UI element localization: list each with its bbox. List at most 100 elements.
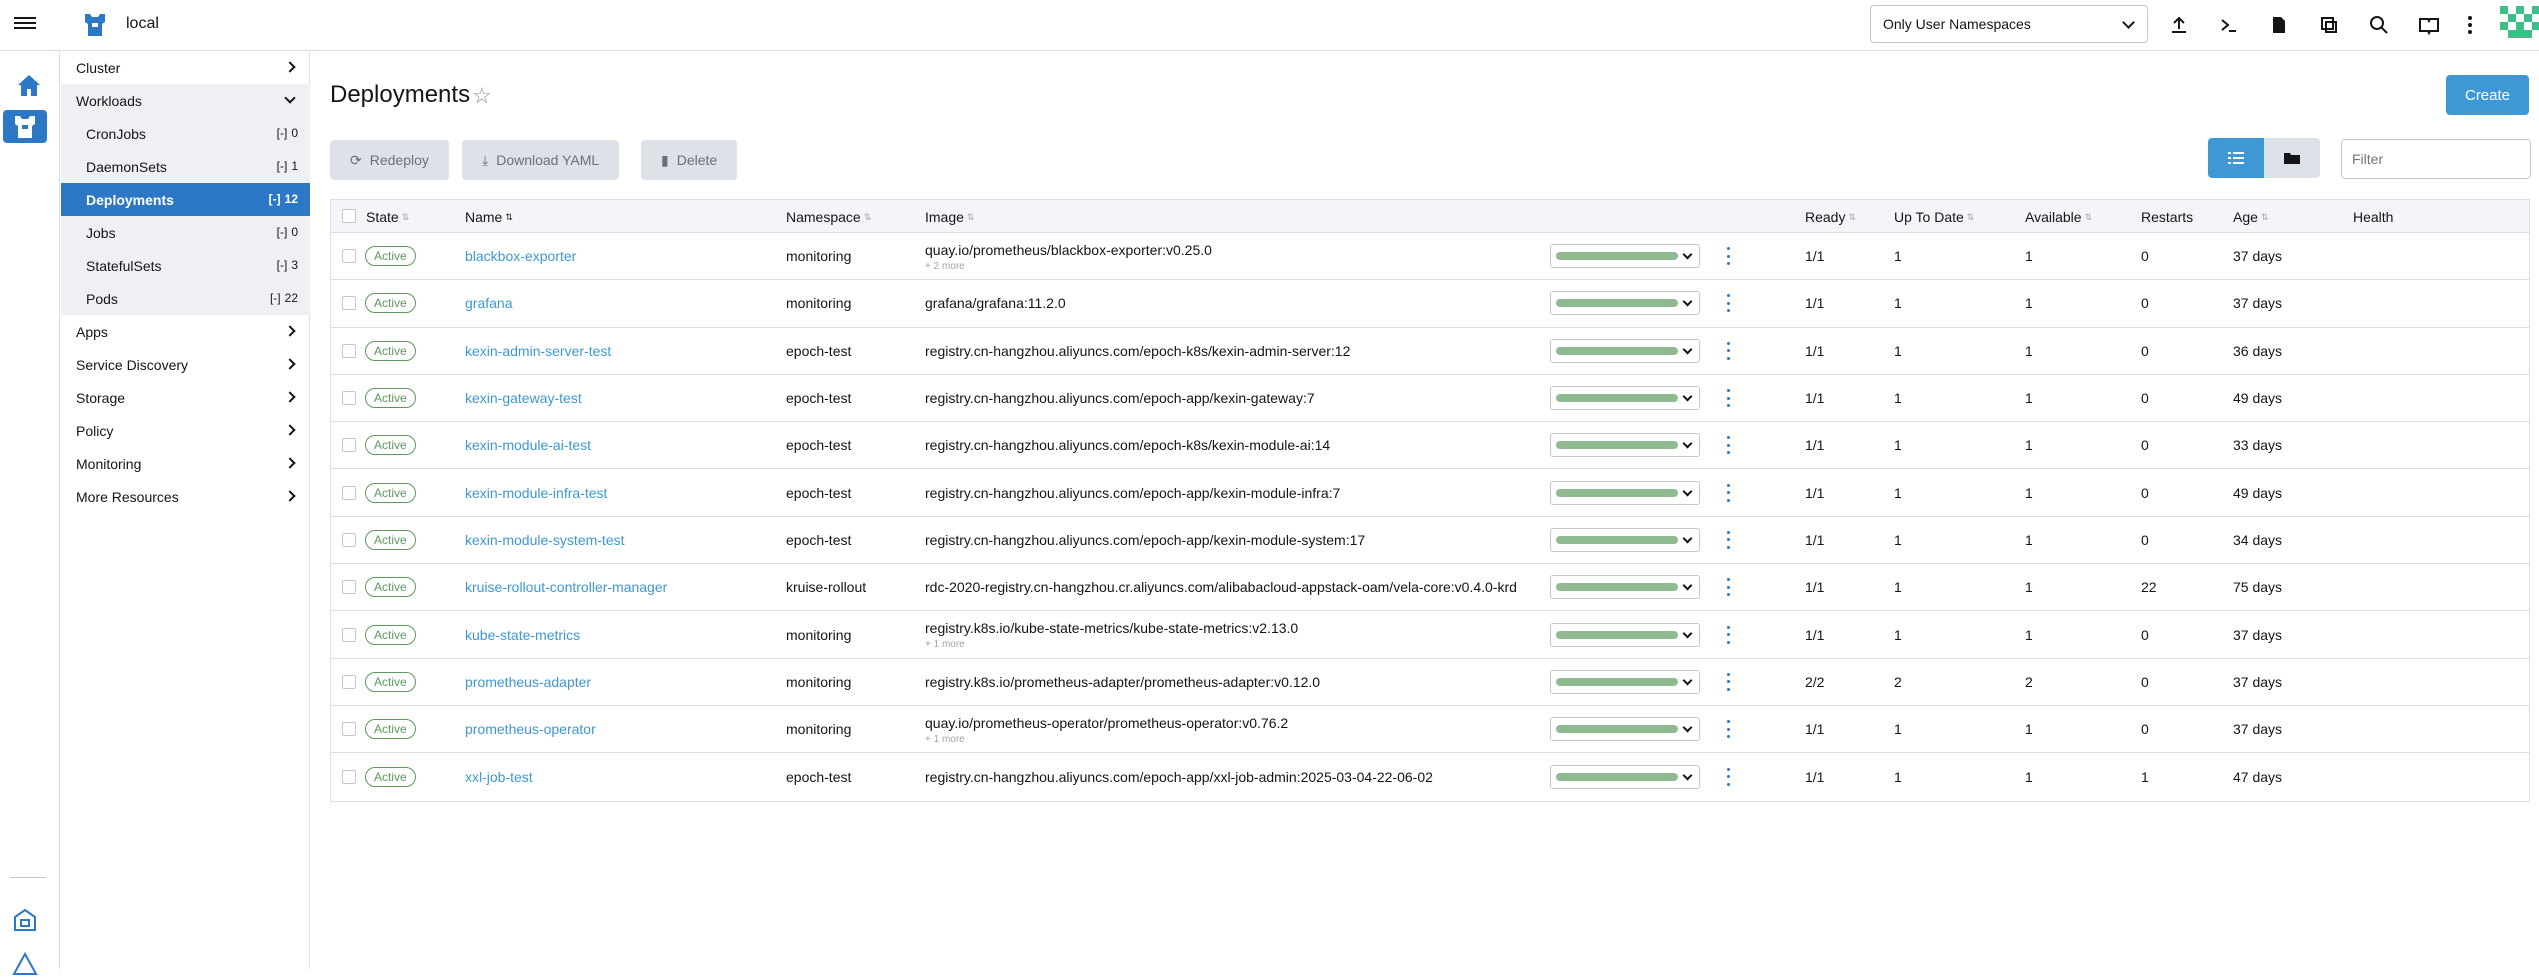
home-icon[interactable] [14, 71, 44, 101]
terminal-icon[interactable] [2215, 11, 2243, 39]
deployment-name-link[interactable]: blackbox-exporter [465, 248, 576, 264]
row-checkbox[interactable] [342, 296, 356, 311]
health-dropdown[interactable] [1550, 527, 1700, 552]
health-dropdown[interactable] [1550, 386, 1700, 411]
more-images-link[interactable]: + 1 more [925, 639, 965, 650]
uptodate-cell: 1 [1894, 721, 1902, 738]
redeploy-label: Redeploy [369, 152, 429, 168]
sidebar-group-storage[interactable]: Storage [61, 381, 310, 414]
sidebar-item-cronjobs[interactable]: CronJobs [-] 0 [61, 117, 310, 150]
group-view-button[interactable] [2264, 138, 2320, 178]
sidebar-item-pods[interactable]: Pods [-] 22 [61, 282, 310, 315]
create-button[interactable]: Create [2446, 75, 2529, 115]
filter-input[interactable] [2341, 139, 2531, 179]
row-actions-icon[interactable] [1725, 436, 1731, 455]
warning-icon[interactable] [12, 951, 38, 977]
sidebar-item-jobs[interactable]: Jobs [-] 0 [61, 216, 310, 249]
health-dropdown[interactable] [1550, 291, 1700, 316]
deployment-name-link[interactable]: prometheus-operator [465, 721, 596, 737]
deployment-name-link[interactable]: prometheus-adapter [465, 674, 591, 690]
health-dropdown[interactable] [1550, 244, 1700, 269]
namespace-select[interactable]: Only User Namespaces [1870, 5, 2148, 43]
deployment-name-link[interactable]: kexin-admin-server-test [465, 343, 611, 359]
row-actions-icon[interactable] [1725, 341, 1731, 360]
row-checkbox[interactable] [342, 627, 356, 642]
health-dropdown[interactable] [1550, 717, 1700, 742]
sidebar-group-monitoring[interactable]: Monitoring [61, 447, 310, 480]
age-cell: 47 days [2233, 768, 2283, 785]
file-icon[interactable] [2265, 11, 2293, 39]
sidebar-item-statefulsets[interactable]: StatefulSets [-] 3 [61, 249, 310, 282]
row-actions-icon[interactable] [1725, 294, 1731, 313]
row-actions-icon[interactable] [1725, 483, 1731, 502]
row-checkbox[interactable] [342, 532, 356, 547]
upload-icon[interactable] [2165, 11, 2193, 39]
row-checkbox[interactable] [342, 674, 356, 689]
more-vertical-icon[interactable] [2456, 11, 2484, 39]
row-actions-icon[interactable] [1725, 530, 1731, 549]
sidebar-group-more-resources[interactable]: More Resources [61, 480, 310, 513]
row-checkbox[interactable] [342, 769, 356, 784]
row-actions-icon[interactable] [1725, 389, 1731, 408]
download-yaml-button[interactable]: ⤓ Download YAML [462, 140, 620, 180]
health-dropdown[interactable] [1550, 622, 1700, 647]
header-state[interactable]: State ⇅ [366, 209, 409, 225]
header-ready[interactable]: Ready ⇅ [1805, 209, 1856, 225]
health-dropdown[interactable] [1550, 575, 1700, 600]
sidebar-item-daemonsets[interactable]: DaemonSets [-] 1 [61, 150, 310, 183]
row-actions-icon[interactable] [1725, 672, 1731, 691]
row-actions-icon[interactable] [1725, 720, 1731, 739]
deployment-name-link[interactable]: kube-state-metrics [465, 627, 580, 643]
hamburger-menu-icon[interactable] [14, 14, 36, 34]
sidebar-group-policy[interactable]: Policy [61, 414, 310, 447]
health-dropdown[interactable] [1550, 480, 1700, 505]
redeploy-button[interactable]: ⟳ Redeploy [330, 140, 449, 180]
user-avatar[interactable] [2500, 4, 2539, 44]
cluster-nav-button[interactable] [3, 110, 47, 143]
row-checkbox[interactable] [342, 580, 356, 595]
delete-button[interactable]: ▮ Delete [641, 140, 738, 180]
favorite-star-icon[interactable]: ☆ [472, 83, 492, 109]
deployment-name-link[interactable]: kexin-gateway-test [465, 390, 582, 406]
header-uptodate[interactable]: Up To Date ⇅ [1894, 209, 1974, 225]
row-checkbox[interactable] [342, 438, 356, 453]
deployment-name-link[interactable]: kexin-module-system-test [465, 532, 625, 548]
deployment-name-link[interactable]: kexin-module-infra-test [465, 485, 607, 501]
more-images-link[interactable]: + 1 more [925, 734, 965, 745]
health-dropdown[interactable] [1550, 433, 1700, 458]
sidebar-group-cluster[interactable]: Cluster [61, 51, 310, 84]
copy-icon[interactable] [2315, 11, 2343, 39]
deployment-name-link[interactable]: kruise-rollout-controller-manager [465, 579, 667, 595]
status-badge: Active [365, 529, 416, 550]
more-images-link[interactable]: + 2 more [925, 261, 965, 272]
list-view-button[interactable] [2208, 138, 2264, 178]
row-checkbox[interactable] [342, 343, 356, 358]
header-namespace[interactable]: Namespace ⇅ [786, 209, 871, 225]
row-checkbox[interactable] [342, 722, 356, 737]
sidebar-group-service-discovery[interactable]: Service Discovery [61, 348, 310, 381]
extensions-icon[interactable] [12, 907, 38, 933]
row-checkbox[interactable] [342, 391, 356, 406]
deployment-name-link[interactable]: grafana [465, 295, 512, 311]
deployment-name-link[interactable]: xxl-job-test [465, 769, 533, 785]
search-icon[interactable] [2365, 11, 2393, 39]
row-checkbox[interactable] [342, 485, 356, 500]
row-checkbox[interactable] [342, 249, 356, 264]
row-actions-icon[interactable] [1725, 247, 1731, 266]
sidebar-group-apps[interactable]: Apps [61, 315, 310, 348]
row-actions-icon[interactable] [1725, 767, 1731, 786]
header-name[interactable]: Name ⇅ [465, 209, 513, 225]
health-dropdown[interactable] [1550, 764, 1700, 789]
row-actions-icon[interactable] [1725, 578, 1731, 597]
health-dropdown[interactable] [1550, 669, 1700, 694]
health-dropdown[interactable] [1550, 338, 1700, 363]
header-age[interactable]: Age ⇅ [2233, 209, 2268, 225]
sidebar-item-deployments[interactable]: Deployments [-] 12 [61, 183, 310, 216]
row-actions-icon[interactable] [1725, 625, 1731, 644]
select-all-checkbox[interactable] [342, 209, 356, 223]
header-image[interactable]: Image ⇅ [925, 209, 974, 225]
book-icon[interactable] [2415, 11, 2443, 39]
header-available[interactable]: Available ⇅ [2025, 209, 2092, 225]
deployment-name-link[interactable]: kexin-module-ai-test [465, 437, 591, 453]
sidebar-group-workloads[interactable]: Workloads [61, 84, 310, 117]
